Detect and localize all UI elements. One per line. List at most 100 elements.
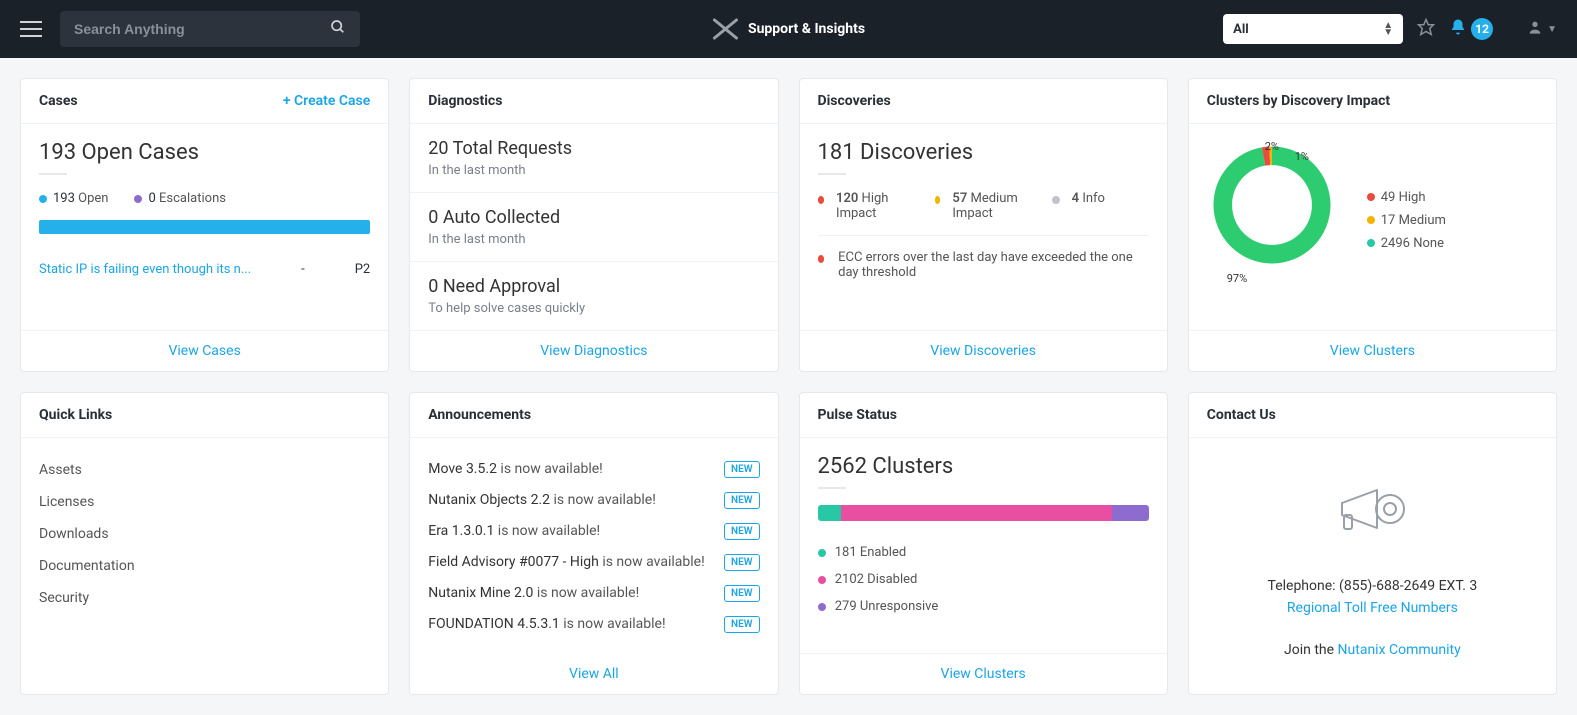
quick-link-item[interactable]: Downloads (39, 518, 370, 550)
brand-logo-icon (712, 18, 738, 40)
alert-text: ECC errors over the last day have exceed… (838, 250, 1149, 280)
case-link[interactable]: Static IP is failing even though its n..… (39, 262, 251, 277)
quick-link-item[interactable]: Licenses (39, 486, 370, 518)
donut-pct-none: 97% (1227, 272, 1247, 285)
divider (39, 173, 67, 175)
pulse-legend-item: 279 Unresponsive (818, 593, 1149, 620)
announcement-item[interactable]: Nutanix Mine 2.0 is now available! NEW (428, 578, 759, 609)
create-case-link[interactable]: + Create Case (283, 93, 370, 109)
discovery-alert[interactable]: ECC errors over the last day have exceed… (818, 235, 1149, 280)
case-row[interactable]: Static IP is failing even though its n..… (39, 262, 370, 277)
contact-title: Contact Us (1207, 407, 1276, 423)
search-icon[interactable] (330, 19, 346, 39)
legend-dot-icon (1367, 239, 1375, 247)
view-clusters-impact-link[interactable]: View Clusters (1330, 343, 1415, 359)
announcement-item[interactable]: Field Advisory #0077 - High is now avail… (428, 547, 759, 578)
top-right: All ▲▼ 12 ▼ (1223, 14, 1557, 44)
view-all-announcements-link[interactable]: View All (569, 666, 619, 682)
pulse-heading: 2562 Clusters (818, 454, 1149, 479)
announcement-item[interactable]: Nutanix Objects 2.2 is now available! NEW (428, 485, 759, 516)
discoveries-card: Discoveries 181 Discoveries 120 High Imp… (799, 78, 1168, 372)
quick-link-item[interactable]: Documentation (39, 550, 370, 582)
cases-card: Cases + Create Case 193 Open Cases 193 O… (20, 78, 389, 372)
new-badge: NEW (724, 461, 760, 478)
diag-sub: In the last month (428, 163, 759, 178)
legend-dot-icon (1367, 193, 1375, 201)
user-icon (1527, 19, 1543, 39)
legend-dot-icon (818, 603, 826, 611)
pulse-segment (818, 505, 841, 521)
diag-heading: 0 Need Approval (428, 276, 759, 297)
filter-selected-value: All (1233, 22, 1249, 37)
alert-dot-icon (818, 255, 825, 263)
stat-dot-icon (818, 196, 825, 204)
divider (818, 487, 846, 489)
clusters-impact-title: Clusters by Discovery Impact (1207, 93, 1390, 109)
pulse-legend: 181 Enabled 2102 Disabled 279 Unresponsi… (818, 539, 1149, 620)
announcement-item[interactable]: Era 1.3.0.1 is now available!NEW (428, 516, 759, 547)
legend-item: 17 Medium (1367, 213, 1446, 228)
regional-numbers-link[interactable]: Regional Toll Free Numbers (1287, 600, 1458, 616)
clusters-impact-card: Clusters by Discovery Impact 2% 1% 97% 4… (1188, 78, 1557, 372)
case-status: - (301, 262, 305, 277)
open-cases-stat: 193 Open (39, 191, 108, 206)
view-cases-link[interactable]: View Cases (168, 343, 240, 359)
pulse-segment (1112, 505, 1148, 521)
dashboard-grid: Cases + Create Case 193 Open Cases 193 O… (0, 58, 1577, 715)
view-discoveries-link[interactable]: View Discoveries (930, 343, 1036, 359)
pulse-stacked-bar (818, 505, 1149, 521)
new-badge: NEW (724, 523, 760, 540)
quick-links-title: Quick Links (39, 407, 112, 423)
megaphone-icon (1332, 478, 1412, 548)
community-link[interactable]: Nutanix Community (1338, 642, 1461, 658)
diagnostics-card: Diagnostics 20 Total RequestsIn the last… (409, 78, 778, 372)
star-icon[interactable] (1417, 18, 1435, 40)
chevron-down-icon: ▼ (1547, 24, 1557, 35)
divider (818, 173, 846, 175)
quick-links-card: Quick Links AssetsLicensesDownloadsDocum… (20, 392, 389, 695)
diag-heading: 20 Total Requests (428, 138, 759, 159)
diag-sub: To help solve cases quickly (428, 301, 759, 316)
announcement-text: Move 3.5.2 is now available! (428, 461, 714, 477)
escalations-stat: 0 Escalations (134, 191, 225, 206)
view-clusters-pulse-link[interactable]: View Clusters (941, 666, 1026, 682)
hamburger-menu-icon[interactable] (20, 21, 42, 37)
pulse-legend-item: 2102 Disabled (818, 566, 1149, 593)
quick-link-item[interactable]: Assets (39, 454, 370, 486)
new-badge: NEW (724, 585, 760, 602)
stat-dot-icon (935, 196, 941, 204)
filter-select[interactable]: All ▲▼ (1223, 14, 1403, 44)
discoveries-heading: 181 Discoveries (818, 140, 1149, 165)
new-badge: NEW (724, 616, 760, 633)
announcement-text: Nutanix Mine 2.0 is now available! (428, 585, 714, 601)
search-input[interactable] (74, 21, 330, 37)
announcement-item[interactable]: Move 3.5.2 is now available! NEW (428, 454, 759, 485)
user-menu[interactable]: ▼ (1527, 19, 1557, 39)
bell-icon (1449, 18, 1467, 40)
legend-dot-icon (818, 576, 826, 584)
announcement-text: Nutanix Objects 2.2 is now available! (428, 492, 714, 508)
new-badge: NEW (724, 492, 760, 509)
announcement-item[interactable]: FOUNDATION 4.5.3.1 is now available! NEW (428, 609, 759, 640)
diag-sub: In the last month (428, 232, 759, 247)
donut-pct-high: 2% (1265, 140, 1279, 153)
pulse-legend-item: 181 Enabled (818, 539, 1149, 566)
open-cases-heading: 193 Open Cases (39, 140, 370, 165)
legend-item: 2496 None (1367, 236, 1446, 251)
legend-dot-icon (1367, 216, 1375, 224)
pulse-segment (841, 505, 1113, 521)
view-diagnostics-link[interactable]: View Diagnostics (540, 343, 647, 359)
donut-chart: 2% 1% 97% (1207, 140, 1347, 300)
app-title: Support & Insights (748, 21, 865, 37)
pulse-status-card: Pulse Status 2562 Clusters 181 Enabled 2… (799, 392, 1168, 695)
quick-link-item[interactable]: Security (39, 582, 370, 614)
donut-pct-medium: 1% (1295, 150, 1309, 163)
search-container (60, 11, 360, 47)
announcements-title: Announcements (428, 407, 531, 423)
notifications-button[interactable]: 12 (1449, 18, 1493, 40)
new-badge: NEW (724, 554, 760, 571)
top-bar: Support & Insights All ▲▼ 12 ▼ (0, 0, 1577, 58)
announcement-text: FOUNDATION 4.5.3.1 is now available! (428, 616, 714, 632)
diagnostics-body: 20 Total RequestsIn the last month0 Auto… (410, 124, 777, 330)
announcement-text: Field Advisory #0077 - High is now avail… (428, 554, 714, 570)
